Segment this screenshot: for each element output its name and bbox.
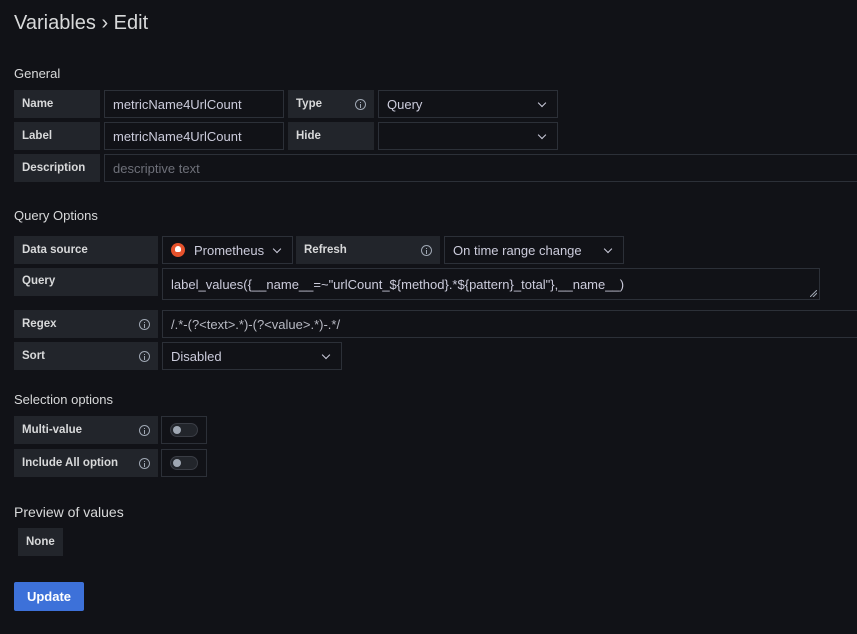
label-input[interactable]: metricName4UrlCount — [104, 122, 284, 150]
type-label: Type — [288, 90, 374, 118]
regex-input[interactable]: /.*-(?<text>.*)-(?<value>.*)-.*/ — [162, 310, 857, 338]
include-all-label: Include All option — [14, 449, 158, 477]
variable-edit-page: Variables › Edit General Name metricName… — [0, 0, 857, 634]
query-label-text: Query — [22, 275, 56, 287]
query-textarea[interactable]: label_values({__name__=~"urlCount_${meth… — [162, 268, 820, 300]
description-label: Description — [14, 154, 100, 182]
refresh-select[interactable]: On time range change — [444, 236, 624, 264]
sort-label-text: Sort — [22, 350, 45, 362]
data-source-value-text: Prometheus — [194, 242, 265, 258]
info-icon[interactable] — [139, 457, 150, 469]
page-title: Variables › Edit — [14, 12, 149, 34]
hide-label: Hide — [288, 122, 374, 150]
multi-value-label-text: Multi-value — [22, 424, 83, 436]
data-source-value: Prometheus — [171, 243, 264, 258]
name-label-text: Name — [22, 98, 54, 110]
refresh-label: Refresh — [296, 236, 440, 264]
chevron-down-icon — [272, 244, 282, 253]
data-source-label: Data source — [14, 236, 158, 264]
description-label-text: Description — [22, 162, 86, 174]
resize-handle-icon[interactable] — [810, 290, 817, 297]
sort-select-value: Disabled — [171, 348, 222, 364]
refresh-select-value: On time range change — [453, 242, 582, 258]
info-icon[interactable] — [421, 244, 432, 256]
hide-select[interactable] — [378, 122, 558, 150]
query-textarea-value: label_values({__name__=~"urlCount_${meth… — [171, 276, 625, 292]
include-all-label-text: Include All option — [22, 457, 119, 469]
name-label: Name — [14, 90, 100, 118]
multi-value-label: Multi-value — [14, 416, 158, 444]
preview-value-badge: None — [18, 528, 63, 556]
regex-label-text: Regex — [22, 318, 57, 330]
chevron-down-icon — [537, 98, 547, 107]
regex-label: Regex — [14, 310, 158, 338]
include-all-toggle[interactable] — [170, 456, 198, 470]
include-all-toggle-box — [161, 449, 207, 477]
sort-select[interactable]: Disabled — [162, 342, 342, 370]
chevron-down-icon — [321, 350, 331, 359]
refresh-label-text: Refresh — [304, 244, 347, 256]
sort-label: Sort — [14, 342, 158, 370]
section-general-title: General — [14, 66, 61, 81]
label-label: Label — [14, 122, 100, 150]
chevron-down-icon — [603, 244, 613, 253]
section-selection-options-title: Selection options — [14, 392, 114, 407]
multi-value-toggle-box — [161, 416, 207, 444]
update-button[interactable]: Update — [14, 582, 84, 611]
chevron-down-icon — [537, 130, 547, 139]
info-icon[interactable] — [139, 318, 150, 330]
query-label: Query — [14, 268, 158, 296]
prometheus-icon — [171, 243, 185, 257]
multi-value-toggle[interactable] — [170, 423, 198, 437]
info-icon[interactable] — [139, 424, 150, 436]
label-label-text: Label — [22, 130, 53, 142]
info-icon[interactable] — [139, 350, 150, 362]
info-icon[interactable] — [355, 98, 366, 110]
data-source-label-text: Data source — [22, 244, 88, 256]
type-label-text: Type — [296, 98, 322, 110]
hide-label-text: Hide — [296, 130, 321, 142]
section-preview-title: Preview of values — [14, 504, 124, 520]
name-input[interactable]: metricName4UrlCount — [104, 90, 284, 118]
data-source-select[interactable]: Prometheus — [162, 236, 293, 264]
section-query-options-title: Query Options — [14, 208, 98, 223]
type-select-value: Query — [387, 96, 423, 112]
type-select[interactable]: Query — [378, 90, 558, 118]
description-input[interactable]: descriptive text — [104, 154, 857, 182]
